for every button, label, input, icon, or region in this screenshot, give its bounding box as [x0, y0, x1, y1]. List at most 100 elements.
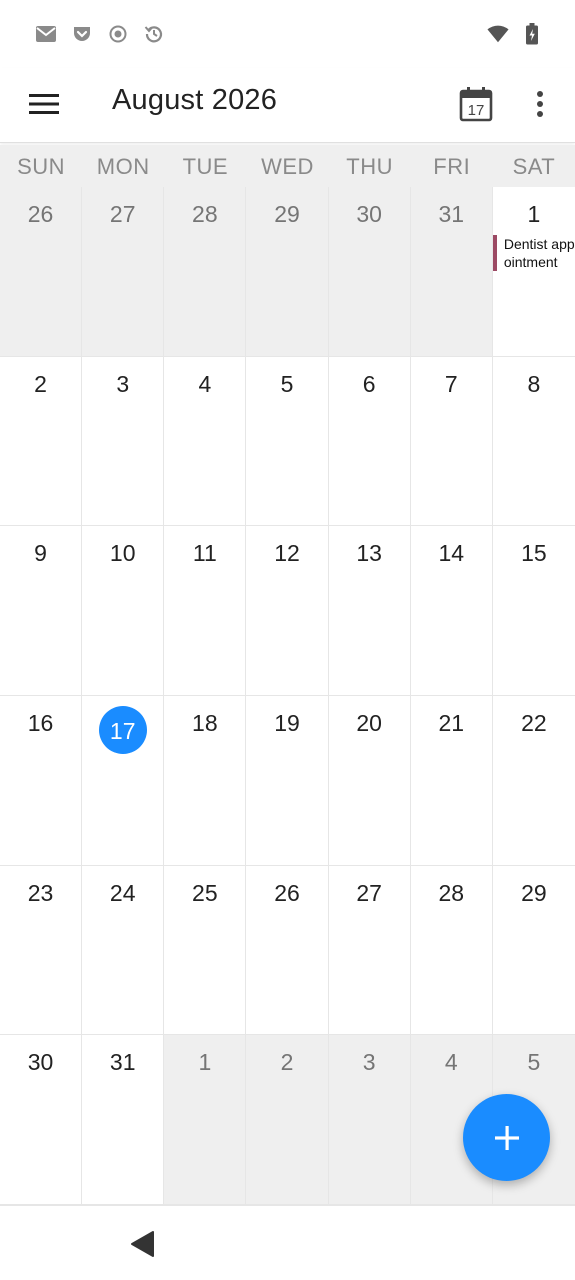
weekday-wed: WED: [261, 154, 314, 179]
day-number: 13: [356, 540, 382, 567]
day-cell[interactable]: 31: [410, 187, 493, 357]
day-cell[interactable]: 7: [410, 356, 493, 527]
weekday-tue: TUE: [182, 154, 229, 179]
weekday-header: SUN MON TUE WED THU FRI SAT: [0, 145, 575, 187]
day-cell[interactable]: 19: [246, 696, 329, 866]
day-number: 3: [116, 370, 130, 397]
day-number: 8: [527, 370, 541, 397]
day-cell[interactable]: 30: [0, 1035, 83, 1205]
day-cell[interactable]: 20: [328, 696, 411, 866]
day-cell[interactable]: 25: [164, 865, 247, 1036]
more-options-button[interactable]: [520, 80, 560, 128]
day-number: 26: [274, 879, 300, 906]
menu-button[interactable]: [22, 82, 66, 126]
day-number: 31: [109, 1049, 136, 1076]
day-cell[interactable]: 8: [492, 356, 575, 527]
day-number: 30: [356, 201, 382, 227]
day-cell[interactable]: 15: [492, 526, 575, 696]
day-number: 30: [27, 1049, 54, 1076]
day-cell[interactable]: 27: [328, 865, 411, 1036]
day-cell[interactable]: 18: [164, 696, 247, 866]
status-left-icons: [35, 23, 165, 45]
weekday-sun: SUN: [17, 154, 66, 179]
day-number: 5: [527, 1049, 541, 1076]
navigation-bar: [0, 1205, 575, 1280]
day-number: 21: [438, 710, 465, 736]
day-cell[interactable]: 11: [164, 526, 247, 696]
day-cell[interactable]: 27: [82, 187, 165, 357]
pocket-icon: [71, 23, 93, 45]
day-cell[interactable]: 13: [328, 526, 411, 696]
day-cell[interactable]: 22: [492, 696, 575, 866]
day-number: 10: [109, 540, 136, 567]
day-cell[interactable]: 28: [410, 865, 493, 1036]
app-bar: August 2026 17: [0, 68, 575, 143]
day-number: 25: [192, 879, 218, 906]
day-cell[interactable]: 24: [82, 865, 165, 1036]
day-cell[interactable]: 1 Dentist appointment: [492, 187, 575, 357]
more-vert-icon: [537, 91, 543, 117]
day-cell[interactable]: 16: [0, 696, 83, 866]
day-number: 2: [280, 1049, 294, 1076]
day-number: 12: [274, 540, 300, 567]
weekday-sat: SAT: [512, 154, 556, 179]
day-cell[interactable]: 30: [328, 187, 411, 357]
day-cell[interactable]: 29: [246, 187, 329, 357]
day-cell[interactable]: 2: [0, 356, 83, 527]
day-number: 1: [527, 201, 541, 227]
day-cell[interactable]: 6: [328, 356, 411, 527]
day-cell[interactable]: 3: [328, 1035, 411, 1205]
status-right-icons: [487, 23, 543, 45]
day-number: 17: [109, 718, 136, 744]
wifi-icon: [487, 23, 509, 45]
weekday-fri: FRI: [433, 154, 471, 179]
day-cell[interactable]: 29: [492, 865, 575, 1036]
day-number: 16: [27, 710, 54, 736]
back-button[interactable]: [122, 1226, 162, 1262]
day-number: 27: [109, 201, 136, 227]
day-cell[interactable]: 28: [164, 187, 247, 357]
weekday-thu: THU: [346, 154, 393, 179]
day-cell[interactable]: 26: [0, 187, 83, 357]
day-cell-today[interactable]: 17: [82, 696, 165, 866]
day-cell[interactable]: 5: [246, 356, 329, 527]
day-number: 28: [192, 201, 218, 227]
day-number: 1: [198, 1049, 212, 1076]
day-cell[interactable]: 21: [410, 696, 493, 866]
day-cell[interactable]: 12: [246, 526, 329, 696]
day-number: 11: [192, 540, 217, 567]
add-event-button[interactable]: [463, 1094, 550, 1181]
day-number: 26: [27, 201, 54, 227]
day-cell[interactable]: 4: [164, 356, 247, 527]
day-number: 24: [109, 879, 136, 906]
day-cell[interactable]: 31: [82, 1035, 165, 1205]
day-number: 14: [438, 540, 465, 567]
day-number: 3: [362, 1049, 376, 1076]
day-number: 23: [27, 879, 54, 906]
day-number: 9: [34, 540, 47, 567]
day-number: 18: [192, 710, 218, 736]
event-chip[interactable]: Dentist appointment: [492, 235, 575, 271]
today-calendar-icon: 17: [459, 87, 493, 122]
day-cell[interactable]: 9: [0, 526, 83, 696]
day-cell[interactable]: 3: [82, 356, 165, 527]
day-number: 28: [438, 879, 465, 906]
calendar-app: August 2026 17 SUN MON TUE WED THU FRI SAT 26 2…: [0, 0, 575, 1280]
day-cell[interactable]: 10: [82, 526, 165, 696]
day-number: 4: [198, 370, 212, 397]
day-cell[interactable]: 14: [410, 526, 493, 696]
day-cell[interactable]: 23: [0, 865, 83, 1036]
day-number: 19: [274, 710, 300, 736]
day-cell[interactable]: 26: [246, 865, 329, 1036]
status-bar: [0, 0, 575, 68]
record-icon: [107, 23, 129, 45]
day-number: 29: [521, 879, 547, 906]
day-cell[interactable]: 1: [164, 1035, 247, 1205]
day-cell[interactable]: 2: [246, 1035, 329, 1205]
gmail-icon: [35, 23, 57, 45]
menu-icon: [29, 94, 59, 114]
today-button[interactable]: 17: [452, 80, 500, 128]
day-number: 27: [356, 879, 382, 906]
day-number: 2: [34, 370, 47, 397]
add-icon: [494, 1125, 519, 1150]
